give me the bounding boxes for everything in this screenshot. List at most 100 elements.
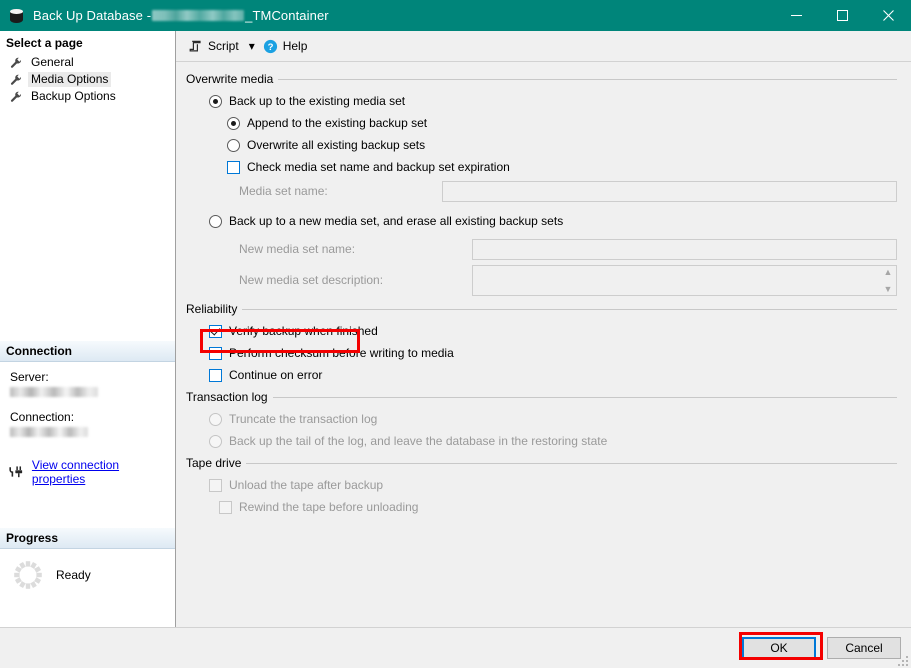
radio-backup-tail-of-log: Back up the tail of the log, and leave t… [186, 430, 897, 452]
reliability-title: Reliability [186, 302, 238, 316]
transaction-log-title: Transaction log [186, 390, 268, 404]
resize-grip[interactable] [897, 655, 908, 666]
checkbox-icon [209, 368, 222, 382]
view-connection-properties-row[interactable]: View connection properties [0, 458, 175, 486]
checkbox-icon [219, 500, 232, 514]
sidebar-item-label: Media Options [28, 72, 112, 87]
reliability-group: Reliability Verify backup when finished … [186, 302, 897, 386]
tape-drive-title: Tape drive [186, 456, 242, 470]
maximize-button[interactable] [819, 0, 865, 31]
checkbox-perform-checksum[interactable]: Perform checksum before writing to media [186, 342, 897, 364]
radio-label: Append to the existing backup set [247, 116, 428, 130]
checkbox-icon [227, 160, 240, 174]
checkbox-unload-tape-after-backup: Unload the tape after backup [186, 474, 897, 496]
media-set-name-input[interactable] [442, 180, 897, 202]
checkbox-icon [209, 478, 222, 492]
progress-status: Ready [56, 568, 91, 582]
checkbox-label: Unload the tape after backup [229, 478, 384, 492]
sidebar-item-backup-options[interactable]: Backup Options [0, 88, 175, 105]
media-set-name-row: Media set name: [186, 178, 897, 204]
overwrite-media-title: Overwrite media [186, 72, 274, 86]
server-value-redacted [10, 387, 98, 397]
wrench-icon [10, 57, 22, 68]
sidebar-item-label: Backup Options [31, 89, 116, 103]
window-title-suffix: _TMContainer [245, 8, 329, 23]
checkbox-icon [209, 324, 222, 338]
checkbox-check-media-set-name[interactable]: Check media set name and backup set expi… [186, 156, 897, 178]
backup-database-dialog: Back Up Database - _TMContainer Select a… [0, 0, 911, 668]
connection-properties-icon [9, 466, 23, 478]
radio-icon [209, 214, 222, 228]
cancel-button[interactable]: Cancel [827, 637, 901, 659]
redacted-server-name [152, 10, 245, 21]
sidebar: Select a page General Media Options Back… [0, 31, 176, 627]
connection-header: Connection [0, 341, 175, 362]
radio-icon [209, 412, 222, 426]
script-button[interactable]: Script [184, 35, 243, 57]
scroll-up-icon: ▲ [883, 266, 893, 277]
checkbox-label: Perform checksum before writing to media [229, 346, 454, 360]
close-button[interactable] [865, 0, 911, 31]
window-title: Back Up Database - _TMContainer [33, 8, 329, 23]
ok-button[interactable]: OK [742, 637, 816, 659]
connection-label: Connection: [10, 410, 75, 424]
radio-icon [209, 434, 222, 448]
progress-spinner-icon [14, 561, 42, 589]
sidebar-item-general[interactable]: General [0, 54, 175, 71]
checkbox-label: Rewind the tape before unloading [239, 500, 419, 514]
checkbox-label: Check media set name and backup set expi… [247, 160, 510, 174]
media-set-name-label: Media set name: [239, 184, 328, 198]
checkbox-icon [209, 346, 222, 360]
sidebar-item-media-options[interactable]: Media Options [0, 71, 175, 88]
connection-value-redacted [10, 427, 88, 437]
new-media-set-description-input[interactable]: ▲ ▼ [472, 264, 897, 296]
checkbox-verify-backup-when-finished[interactable]: Verify backup when finished [186, 320, 897, 342]
group-divider [246, 462, 897, 464]
scroll-down-icon: ▼ [883, 283, 893, 294]
dialog-body: Select a page General Media Options Back… [0, 31, 911, 627]
radio-icon [227, 116, 240, 130]
help-button[interactable]: ? Help [259, 35, 312, 57]
new-media-set-name-input[interactable] [472, 238, 897, 260]
script-label: Script [208, 39, 239, 53]
progress-section: Progress Ready [0, 528, 175, 591]
svg-text:?: ? [267, 42, 273, 53]
radio-append-existing-backup-set[interactable]: Append to the existing backup set [186, 112, 897, 134]
radio-label: Back up the tail of the log, and leave t… [229, 434, 608, 448]
radio-label: Truncate the transaction log [229, 412, 378, 426]
help-icon: ? [263, 39, 277, 53]
description-scrollbar[interactable]: ▲ ▼ [880, 266, 896, 295]
checkbox-label: Verify backup when finished [229, 324, 378, 338]
radio-new-media-set[interactable]: Back up to a new media set, and erase al… [186, 210, 897, 232]
server-label: Server: [10, 370, 49, 384]
radio-label: Back up to a new media set, and erase al… [229, 214, 564, 228]
window-title-prefix: Back Up Database - [33, 8, 152, 23]
group-divider [242, 308, 897, 310]
media-options-content: Overwrite media Back up to the existing … [176, 62, 911, 627]
script-icon [189, 40, 201, 51]
view-connection-properties-link[interactable]: View connection properties [32, 458, 175, 486]
group-divider [272, 396, 897, 398]
new-media-set-name-row: New media set name: [186, 236, 897, 262]
page-list: General Media Options Backup Options [0, 53, 175, 105]
radio-label: Overwrite all existing backup sets [247, 138, 426, 152]
transaction-log-group: Transaction log Truncate the transaction… [186, 390, 897, 452]
new-media-set-description-text [473, 266, 880, 295]
overwrite-media-group: Overwrite media Back up to the existing … [186, 72, 897, 298]
checkbox-label: Continue on error [229, 368, 323, 382]
radio-existing-media-set[interactable]: Back up to the existing media set [186, 90, 897, 112]
main-panel: Script ▾ ? Help Overwrite media Back up … [176, 31, 911, 627]
group-divider [278, 78, 897, 80]
minimize-button[interactable] [773, 0, 819, 31]
connection-section: Connection Server: Connection: View conn… [0, 341, 175, 486]
radio-overwrite-all-backup-sets[interactable]: Overwrite all existing backup sets [186, 134, 897, 156]
sidebar-item-label: General [31, 55, 74, 69]
new-media-set-name-label: New media set name: [239, 242, 356, 256]
radio-icon [227, 138, 240, 152]
select-a-page-header: Select a page [0, 31, 175, 53]
window-controls [773, 0, 911, 31]
script-dropdown-button[interactable]: ▾ [243, 35, 259, 57]
title-bar: Back Up Database - _TMContainer [0, 0, 911, 31]
checkbox-continue-on-error[interactable]: Continue on error [186, 364, 897, 386]
new-media-set-description-label: New media set description: [239, 273, 384, 287]
